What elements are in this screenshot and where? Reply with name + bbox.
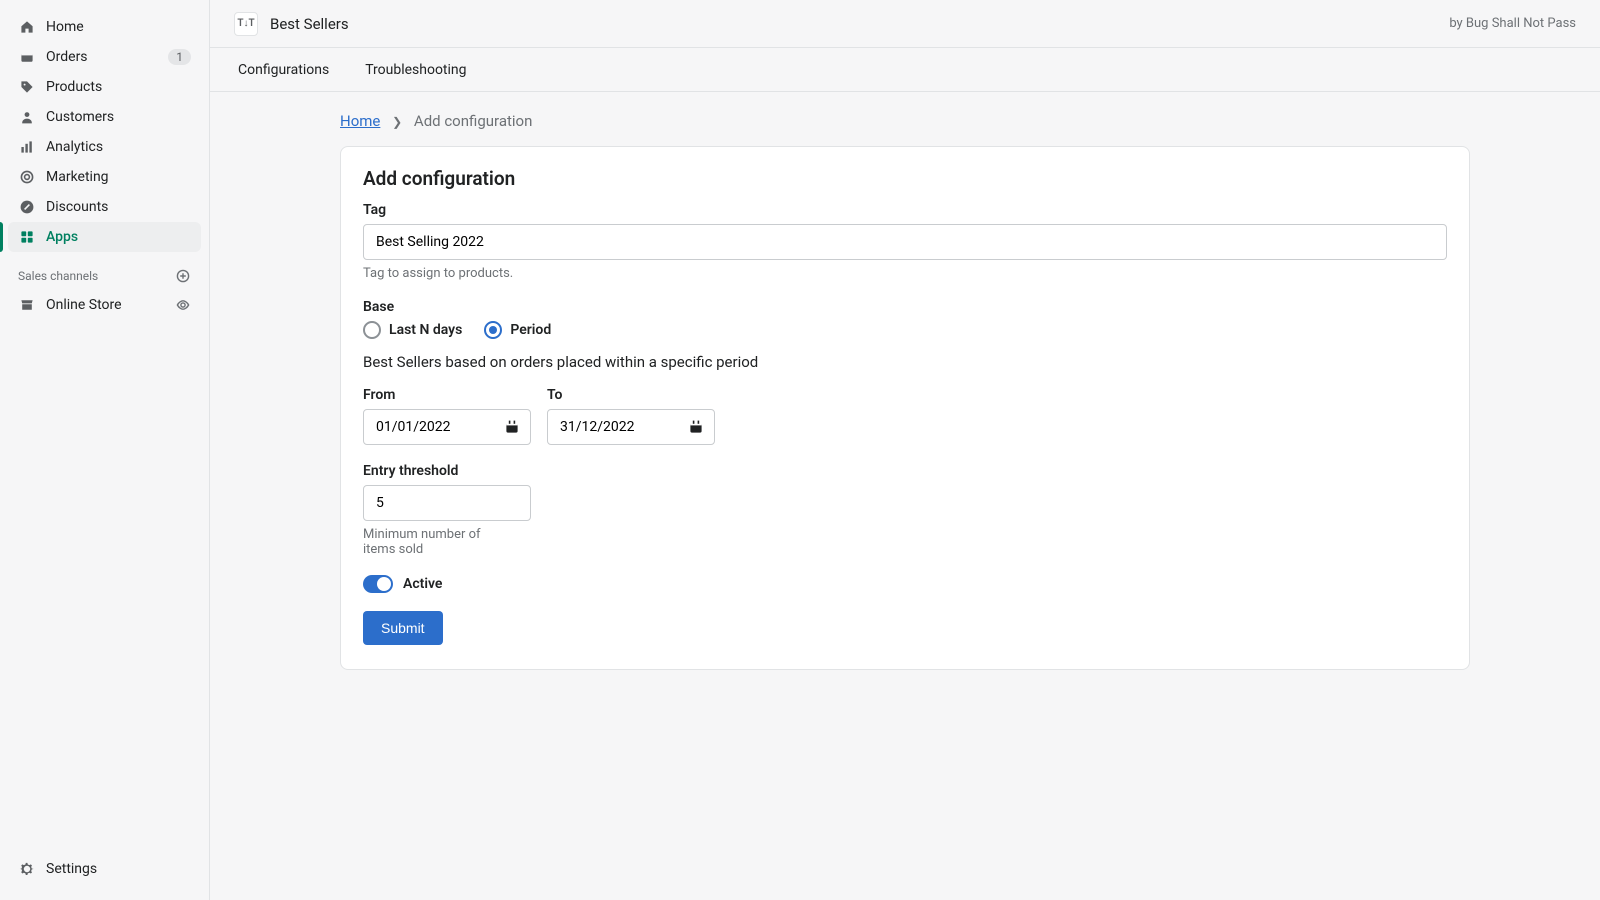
tab-configurations[interactable]: Configurations — [234, 50, 333, 90]
sidebar-item-home[interactable]: Home — [8, 12, 201, 42]
app-title: Best Sellers — [270, 15, 349, 33]
sidebar-item-customers[interactable]: Customers — [8, 102, 201, 132]
threshold-label: Entry threshold — [363, 463, 1447, 479]
to-label: To — [547, 387, 715, 403]
chevron-right-icon: ❯ — [392, 115, 402, 129]
settings-icon — [18, 860, 36, 878]
sidebar-item-orders[interactable]: Orders 1 — [8, 42, 201, 72]
customers-icon — [18, 108, 36, 126]
tag-label: Tag — [363, 202, 1447, 218]
discounts-icon — [18, 198, 36, 216]
from-date-input[interactable] — [363, 409, 531, 445]
nav-list: Home Orders 1 Products Customers Analyti… — [0, 12, 209, 252]
sidebar: Home Orders 1 Products Customers Analyti… — [0, 0, 210, 900]
sidebar-item-settings[interactable]: Settings — [8, 854, 201, 884]
base-description: Best Sellers based on orders placed with… — [363, 353, 1447, 371]
products-icon — [18, 78, 36, 96]
radio-icon — [363, 321, 381, 339]
tab-troubleshooting[interactable]: Troubleshooting — [361, 50, 470, 90]
sidebar-item-analytics[interactable]: Analytics — [8, 132, 201, 162]
breadcrumb-current: Add configuration — [414, 112, 532, 130]
active-toggle[interactable] — [363, 575, 393, 593]
sidebar-item-products[interactable]: Products — [8, 72, 201, 102]
radio-icon — [484, 321, 502, 339]
channels-list: Online Store — [0, 290, 209, 320]
app-author: by Bug Shall Not Pass — [1449, 16, 1576, 31]
home-icon — [18, 18, 36, 36]
base-radio-group: Last N days Period — [363, 321, 1447, 339]
sidebar-item-marketing[interactable]: Marketing — [8, 162, 201, 192]
section-title-label: Sales channels — [18, 269, 98, 283]
sidebar-item-label: Discounts — [46, 199, 108, 215]
threshold-input[interactable] — [363, 485, 531, 521]
add-channel-icon[interactable] — [175, 268, 191, 284]
submit-button[interactable]: Submit — [363, 611, 443, 645]
sidebar-item-label: Apps — [46, 229, 78, 245]
sidebar-item-label: Customers — [46, 109, 114, 125]
view-store-icon[interactable] — [175, 297, 191, 313]
from-date-field[interactable] — [364, 410, 530, 444]
sidebar-item-apps[interactable]: Apps — [8, 222, 201, 252]
form-title: Add configuration — [363, 167, 1447, 190]
sidebar-item-online-store[interactable]: Online Store — [8, 290, 201, 320]
orders-icon — [18, 48, 36, 66]
radio-last-n-days[interactable]: Last N days — [363, 321, 462, 339]
sidebar-item-label: Marketing — [46, 169, 109, 185]
breadcrumb-home[interactable]: Home — [340, 112, 380, 130]
app-header: T↓T Best Sellers by Bug Shall Not Pass — [210, 0, 1600, 48]
sales-channels-heading: Sales channels — [0, 252, 209, 290]
to-date-field[interactable] — [548, 410, 714, 444]
sidebar-item-label: Home — [46, 19, 84, 35]
active-label: Active — [403, 576, 442, 592]
base-label: Base — [363, 299, 1447, 315]
sidebar-item-label: Settings — [46, 861, 97, 877]
breadcrumb: Home ❯ Add configuration — [340, 112, 1470, 146]
radio-period[interactable]: Period — [484, 321, 551, 339]
threshold-help: Minimum number of items sold — [363, 527, 513, 557]
app-logo: T↓T — [234, 12, 258, 36]
orders-badge: 1 — [168, 49, 191, 65]
radio-label: Period — [510, 322, 551, 338]
store-icon — [18, 296, 36, 314]
sidebar-item-discounts[interactable]: Discounts — [8, 192, 201, 222]
from-label: From — [363, 387, 531, 403]
to-date-input[interactable] — [547, 409, 715, 445]
apps-icon — [18, 228, 36, 246]
sidebar-item-label: Products — [46, 79, 102, 95]
marketing-icon — [18, 168, 36, 186]
sidebar-item-label: Analytics — [46, 139, 103, 155]
main: T↓T Best Sellers by Bug Shall Not Pass C… — [210, 0, 1600, 900]
tag-input[interactable] — [363, 224, 1447, 260]
tag-help: Tag to assign to products. — [363, 266, 1447, 281]
content: Home ❯ Add configuration Add configurati… — [340, 92, 1470, 670]
analytics-icon — [18, 138, 36, 156]
form-card: Add configuration Tag Tag to assign to p… — [340, 146, 1470, 670]
radio-label: Last N days — [389, 322, 462, 338]
sidebar-item-label: Orders — [46, 49, 88, 65]
app-tabs: Configurations Troubleshooting — [210, 48, 1600, 92]
sidebar-item-label: Online Store — [46, 297, 122, 313]
